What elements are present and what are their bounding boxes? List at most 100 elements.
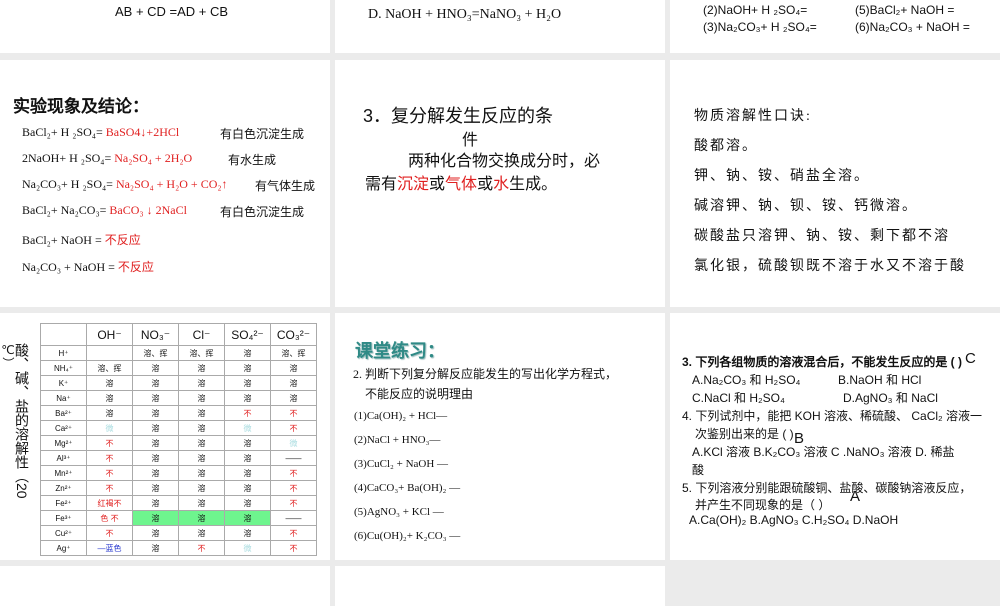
mnemonic-line: 物质溶解性口诀:	[694, 109, 812, 124]
slide-title: 3．复分解发生反应的条	[363, 106, 554, 126]
solubility-cell: 溶	[132, 495, 179, 511]
solubility-cell: 溶	[224, 480, 271, 496]
slide-title: 实验现象及结论：	[13, 97, 149, 116]
table-row: NH₄⁺ 溶、挥溶溶溶溶	[40, 360, 317, 376]
reaction-lhs: BaCl₂+ NaOH =	[22, 233, 105, 247]
slide-thumbnail-6[interactable]: 物质溶解性口诀: 酸都溶。 钾、钠、铵、硝盐全溶。 碱溶钾、钠、钡、铵、钙微溶。 碳酸盐…	[670, 60, 1000, 307]
reaction-result: BaSO4↓+2HCl	[105, 125, 180, 139]
solubility-cell: 微	[270, 435, 317, 451]
solubility-cell: 溶	[224, 435, 271, 451]
column-header: OH⁻	[86, 323, 133, 346]
solubility-cell: 色 不	[86, 510, 133, 526]
reaction-result: BaCO₃ ↓ 2NaCl	[109, 203, 187, 217]
solubility-cell: 溶	[270, 375, 317, 391]
solubility-cell: 溶、挥	[132, 345, 179, 361]
slide-thumbnail-10[interactable]	[0, 566, 330, 606]
solubility-cell: 不	[270, 405, 317, 421]
slide-thumbnail-1[interactable]: AB + CD =AD + CB	[0, 0, 330, 53]
mnemonic-line: 碳酸盐只溶钾、钠、铵、剩下都不溶	[694, 229, 950, 244]
options: A.Ca(OH)₂ B.AgNO₃ C.H₂SO₄ D.NaOH	[689, 513, 899, 527]
reaction-result: Na₂SO₄ + H₂O + CO₂↑	[115, 177, 228, 191]
solubility-cell: 溶	[178, 450, 225, 466]
solubility-cell: 溶	[178, 525, 225, 541]
solubility-cell: 溶	[132, 420, 179, 436]
answer-mark: A	[850, 488, 861, 505]
solubility-cell: 微	[224, 420, 271, 436]
solubility-cell: 溶	[86, 405, 133, 421]
table-row: Al³⁺ 不溶溶溶 ——	[40, 450, 317, 466]
solubility-cell: 溶	[270, 390, 317, 406]
reaction-result: 不反应	[104, 233, 141, 247]
question: 次鉴别出来的是 ( )	[695, 427, 794, 441]
reaction-line: BaCl₂+ NaOH = 不反应	[22, 231, 141, 248]
solubility-cell: 溶	[132, 540, 179, 556]
solubility-cell: 溶	[178, 480, 225, 496]
solubility-cell: 溶	[178, 435, 225, 451]
solubility-cell: 溶	[224, 495, 271, 511]
mnemonic-line: 酸都溶。	[694, 139, 758, 154]
table-row: Ba²⁺ 溶溶溶不不	[40, 405, 317, 421]
table-row: Fe²⁺ 红褐不溶溶溶不	[40, 495, 317, 511]
question: 4. 下列试剂中，能把 KOH 溶液、稀硫酸、 CaCl₂ 溶液一	[682, 409, 983, 423]
exercise-item: (6)Cu(OH)₂+ K₂CO₃ —	[354, 530, 461, 542]
reaction-line: BaCl₂+ Na₂CO₃= BaCO₃ ↓ 2NaCl	[22, 203, 187, 218]
solubility-cell: 溶	[178, 495, 225, 511]
solubility-cell: 溶、挥	[86, 360, 133, 376]
exercise-item: (4)CaCO₃+ Ba(OH)₂ —	[354, 482, 461, 494]
solubility-cell: 溶	[270, 360, 317, 376]
reaction-line: BaCl₂+ H ₂SO₄= BaSO4↓+2HCl	[22, 125, 179, 140]
cation-label: Fe²⁺	[40, 495, 87, 511]
cation-label: Cu²⁺	[40, 525, 87, 541]
slide-thumbnail-2[interactable]: D. NaOH + HNO₃=NaNO₃ + H₂O	[335, 0, 665, 53]
solubility-cell: 微	[86, 420, 133, 436]
solubility-cell: 溶、挥	[178, 345, 225, 361]
cation-label: Mn²⁺	[40, 465, 87, 481]
reaction-lhs: Na₂CO₃ + NaOH =	[22, 260, 118, 274]
table-row: Cu²⁺ 不溶溶溶不	[40, 525, 317, 541]
table-row: Ca²⁺ 微溶溶微不	[40, 420, 317, 436]
solubility-cell: 不	[270, 495, 317, 511]
column-header: SO₄²⁻	[224, 323, 271, 346]
solubility-cell: 溶	[132, 480, 179, 496]
slide-thumbnail-7[interactable]: ℃） 酸、碱、盐的溶解性（20 OH⁻ NO₃⁻ Cl⁻ SO₄²⁻ CO₃²⁻ H⁺ 溶、…	[0, 313, 330, 560]
column-header	[40, 323, 87, 346]
table-row: Na⁺ 溶溶溶溶溶	[40, 390, 317, 406]
reaction-line: 2NaOH+ H ₂SO₄= Na₂SO₄ + 2H₂O	[22, 151, 192, 166]
mnemonic-line: 碱溶钾、钠、钡、铵、钙微溶。	[694, 199, 918, 214]
table-row: Mg²⁺ 不溶溶溶微	[40, 435, 317, 451]
reaction-line: Na₂CO₃+ H ₂SO₄= Na₂SO₄ + H₂O + CO₂↑	[22, 177, 228, 192]
table-row: H⁺ 溶、挥 溶、挥溶溶、挥	[40, 345, 317, 361]
slide-thumbnail-5[interactable]: 3．复分解发生反应的条 件 两种化合物交换成分时，必 需有沉淀或气体或水生成。	[335, 60, 665, 307]
keyword: 水	[493, 176, 510, 193]
slide-thumbnail-9[interactable]: 3. 下列各组物质的溶液混合后，不能发生反应的是 ( ) C A.Na₂CO₃ …	[670, 313, 1000, 560]
equation: D. NaOH + HNO₃=NaNO₃ + H₂O	[368, 7, 562, 22]
solubility-cell: 溶	[178, 390, 225, 406]
solubility-cell: 不	[86, 450, 133, 466]
equation: (3)Na₂CO₃+ H ₂SO₄=	[703, 20, 817, 34]
table-row: Zn²⁺ 不溶溶溶不	[40, 480, 317, 496]
cation-label: Na⁺	[40, 390, 87, 406]
solubility-cell: 溶	[132, 465, 179, 481]
text: 或	[429, 176, 446, 193]
exercise-item: (2)NaCl + HNO₃—	[354, 434, 441, 446]
solubility-cell: 不	[86, 480, 133, 496]
solubility-cell: 溶	[132, 450, 179, 466]
solubility-cell: 溶	[132, 435, 179, 451]
reaction-result: 不反应	[117, 260, 154, 274]
equation: (5)BaCl₂+ NaOH =	[855, 3, 955, 17]
cation-label: Zn²⁺	[40, 480, 87, 496]
table-row: Mn²⁺ 不溶溶溶不	[40, 465, 317, 481]
options: A.KCl 溶液 B.K₂CO₃ 溶液 C .NaNO₃ 溶液 D. 稀盐	[692, 445, 955, 459]
slide-thumbnail-4[interactable]: 实验现象及结论： BaCl₂+ H ₂SO₄= BaSO4↓+2HCl 有白色沉淀…	[0, 60, 330, 307]
solubility-cell: 溶	[178, 375, 225, 391]
solubility-cell: 不	[270, 480, 317, 496]
solubility-cell: 不	[86, 525, 133, 541]
solubility-cell: 溶	[224, 390, 271, 406]
side-label: 酸、碱、盐的溶解性（20	[14, 343, 30, 499]
slide-thumbnail-3[interactable]: (2)NaOH+ H ₂SO₄= (5)BaCl₂+ NaOH = (3)Na₂…	[670, 0, 1000, 53]
solubility-cell: 不	[270, 420, 317, 436]
text: 或	[477, 176, 494, 193]
slide-thumbnail-8[interactable]: 课堂练习： 2. 判断下列复分解反应能发生的写出化学方程式， 不能反应的说明理由…	[335, 313, 665, 560]
slide-thumbnail-11[interactable]	[335, 566, 665, 606]
table-row: Ag⁺ —蓝色溶不微不	[40, 540, 317, 556]
